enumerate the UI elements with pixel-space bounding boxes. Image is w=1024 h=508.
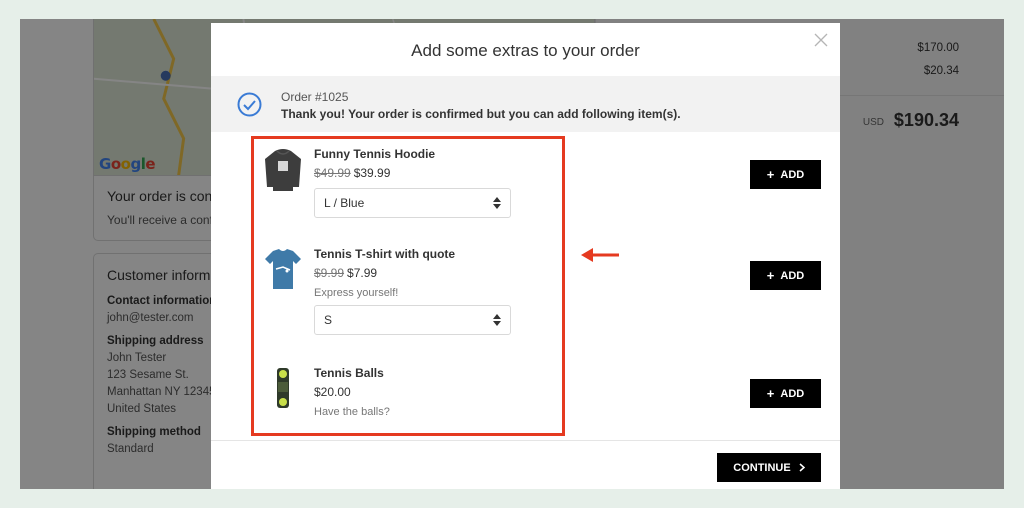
plus-icon: +	[766, 386, 775, 401]
chevron-right-icon	[799, 463, 805, 472]
upsell-modal: Add some extras to your order Order #102…	[211, 23, 840, 489]
modal-title: Add some extras to your order	[411, 41, 640, 60]
plus-icon: +	[766, 268, 775, 283]
arrow-left-icon	[581, 248, 619, 262]
close-icon[interactable]	[814, 33, 828, 47]
highlight-box	[251, 136, 565, 436]
check-circle-icon	[237, 92, 262, 117]
notice-text: Thank you! Your order is confirmed but y…	[281, 107, 681, 121]
plus-icon: +	[766, 167, 775, 182]
continue-button[interactable]: CONTINUE	[717, 453, 821, 482]
order-notice: Order #1025 Thank you! Your order is con…	[211, 76, 840, 132]
add-hoodie-button[interactable]: + ADD	[750, 160, 821, 189]
add-tshirt-button[interactable]: + ADD	[750, 261, 821, 290]
add-tennis-balls-button[interactable]: + ADD	[750, 379, 821, 408]
order-number: Order #1025	[281, 90, 349, 104]
modal-footer: CONTINUE	[211, 440, 840, 489]
